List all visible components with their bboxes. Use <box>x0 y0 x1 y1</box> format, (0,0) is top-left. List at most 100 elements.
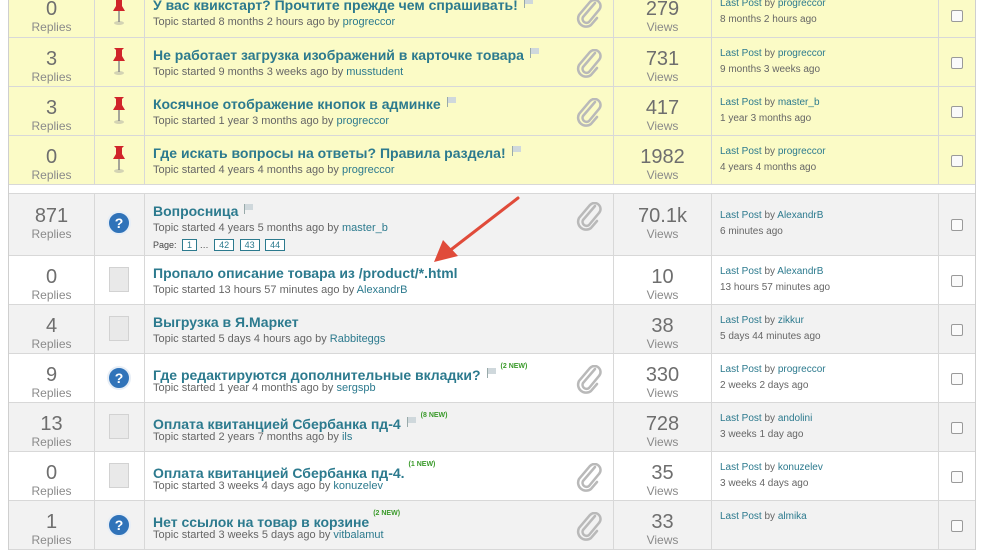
new-posts-badge[interactable]: (2 NEW) <box>501 363 528 370</box>
author-link[interactable]: vitbalamut <box>333 529 383 541</box>
attachment-icon <box>576 512 602 541</box>
last-post-cell: Last Post by progreccor 4 years 4 months … <box>712 136 939 184</box>
views-cell: 279 Views <box>614 0 712 37</box>
topic-title-link[interactable]: Оплата квитанцией Сбербанка пд-4. <box>153 465 405 481</box>
flag-icon[interactable] <box>243 203 254 214</box>
moderation-checkbox[interactable] <box>951 520 963 532</box>
page-link-43[interactable]: 43 <box>239 239 260 251</box>
by-text: by <box>315 333 327 345</box>
moderation-checkbox[interactable] <box>951 57 963 69</box>
views-cell: 10 Views <box>614 256 712 304</box>
topic-title-link[interactable]: У вас квикстарт? Прочтите прежде чем спр… <box>153 0 518 13</box>
by-text: by <box>318 529 331 541</box>
last-by-text: by <box>764 315 776 326</box>
flag-icon[interactable] <box>486 367 497 378</box>
started-ago: 3 weeks 5 days ago <box>218 529 316 541</box>
author-link[interactable]: master_b <box>342 222 388 234</box>
icon-cell: ? <box>95 354 145 402</box>
started-prefix: Topic started <box>153 529 216 541</box>
topic-main: Не работает загрузка изображений в карто… <box>145 38 614 86</box>
author-link[interactable]: ils <box>342 431 352 443</box>
last-post-label: Last Post <box>720 364 762 375</box>
icon-cell <box>95 256 145 304</box>
page-link-44[interactable]: 44 <box>265 239 286 251</box>
moderation-checkbox[interactable] <box>951 155 963 167</box>
last-post-cell: Last Post by progreccor 2 weeks 2 days ag… <box>712 354 939 402</box>
icon-cell <box>95 0 145 37</box>
topic-title-link[interactable]: Где искать вопросы на ответы? Правила ра… <box>153 145 506 161</box>
attachment-icon <box>576 49 602 78</box>
topic-main: У вас квикстарт? Прочтите прежде чем спр… <box>145 0 614 37</box>
moderation-checkbox[interactable] <box>951 275 963 287</box>
flag-icon[interactable] <box>511 145 522 156</box>
last-post-cell: Last Post by progreccor 8 months 2 hours … <box>712 0 939 37</box>
last-post-label: Last Post <box>720 413 762 424</box>
last-post-user[interactable]: konuzelev <box>778 462 823 473</box>
topic-title-link[interactable]: Не работает загрузка изображений в карто… <box>153 47 524 63</box>
last-by-text: by <box>764 413 776 424</box>
flag-icon[interactable] <box>406 416 417 427</box>
replies-cell: 871 Replies <box>9 194 95 255</box>
last-post-cell: Last Post by AlexandrB 13 hours 57 minute… <box>712 256 939 304</box>
moderation-checkbox[interactable] <box>951 373 963 385</box>
author-link[interactable]: sergspb <box>336 382 375 394</box>
views-label: Views <box>646 337 679 351</box>
views-cell: 70.1k Views <box>614 194 712 255</box>
new-posts-badge[interactable]: (2 NEW) <box>373 510 400 517</box>
last-post-user[interactable]: almika <box>778 511 807 522</box>
last-post-user[interactable]: AlexandrB <box>777 210 823 221</box>
moderation-checkbox[interactable] <box>951 471 963 483</box>
new-posts-badge[interactable]: (8 NEW) <box>421 412 448 419</box>
moderation-checkbox[interactable] <box>951 422 963 434</box>
topic-started: Topic started 4 years 4 months ago by pr… <box>153 164 395 176</box>
author-link[interactable]: konuzelev <box>333 480 383 492</box>
flag-icon[interactable] <box>523 0 534 8</box>
icon-cell <box>95 87 145 135</box>
icon-cell <box>95 305 145 353</box>
check-cell <box>939 38 975 86</box>
topic-title-link[interactable]: Где редактируются дополнительные вкладки… <box>153 367 481 383</box>
views-label: Views <box>646 119 679 133</box>
author-link[interactable]: progreccor <box>343 16 396 28</box>
author-link[interactable]: musstudent <box>346 66 403 78</box>
started-prefix: Topic started <box>153 66 216 78</box>
check-cell <box>939 194 975 255</box>
topic-title-link[interactable]: Выгрузка в Я.Маркет <box>153 314 299 330</box>
attachment-icon <box>576 0 602 28</box>
last-post-user[interactable]: progreccor <box>778 48 826 59</box>
last-post-user[interactable]: progreccor <box>778 146 826 157</box>
started-prefix: Topic started <box>153 16 216 28</box>
author-link[interactable]: AlexandrB <box>357 284 408 296</box>
topic-title-link[interactable]: Оплата квитанцией Сбербанка пд-4 <box>153 416 401 432</box>
last-by-text: by <box>764 97 776 108</box>
author-link[interactable]: progreccor <box>336 115 389 127</box>
page-link-42[interactable]: 42 <box>214 239 235 251</box>
last-post-user[interactable]: AlexandrB <box>777 266 823 277</box>
last-post-user[interactable]: progreccor <box>778 364 826 375</box>
topic-title-link[interactable]: Нет ссылок на товар в корзине <box>153 514 369 530</box>
new-posts-badge[interactable]: (1 NEW) <box>409 461 436 468</box>
last-post-user[interactable]: zikkur <box>778 315 804 326</box>
topic-title-link[interactable]: Косячное отображение кнопок в админке <box>153 96 441 112</box>
moderation-checkbox[interactable] <box>951 106 963 118</box>
author-link[interactable]: progreccor <box>342 164 395 176</box>
started-prefix: Topic started <box>153 382 216 394</box>
last-post-time: 9 months 3 weeks ago <box>720 64 821 75</box>
moderation-checkbox[interactable] <box>951 219 963 231</box>
topic-title-link[interactable]: Пропало описание товара из /product/*.ht… <box>153 265 458 281</box>
flag-icon[interactable] <box>529 47 540 58</box>
pin-icon <box>113 48 125 75</box>
page-link-1[interactable]: 1 <box>182 239 198 251</box>
author-link[interactable]: Rabbiteggs <box>330 333 386 345</box>
started-prefix: Topic started <box>153 222 216 234</box>
last-post-user[interactable]: master_b <box>778 97 820 108</box>
topic-row: 4 Replies Выгрузка в Я.Маркет Topic star… <box>9 305 975 354</box>
moderation-checkbox[interactable] <box>951 324 963 336</box>
views-count: 330 <box>645 364 680 386</box>
last-post-user[interactable]: progreccor <box>778 0 826 9</box>
topic-title-link[interactable]: Вопросница <box>153 203 238 219</box>
flag-icon[interactable] <box>446 96 457 107</box>
last-post-user[interactable]: andolini <box>778 413 812 424</box>
moderation-checkbox[interactable] <box>951 10 963 22</box>
last-post-time: 3 weeks 1 day ago <box>720 429 804 440</box>
